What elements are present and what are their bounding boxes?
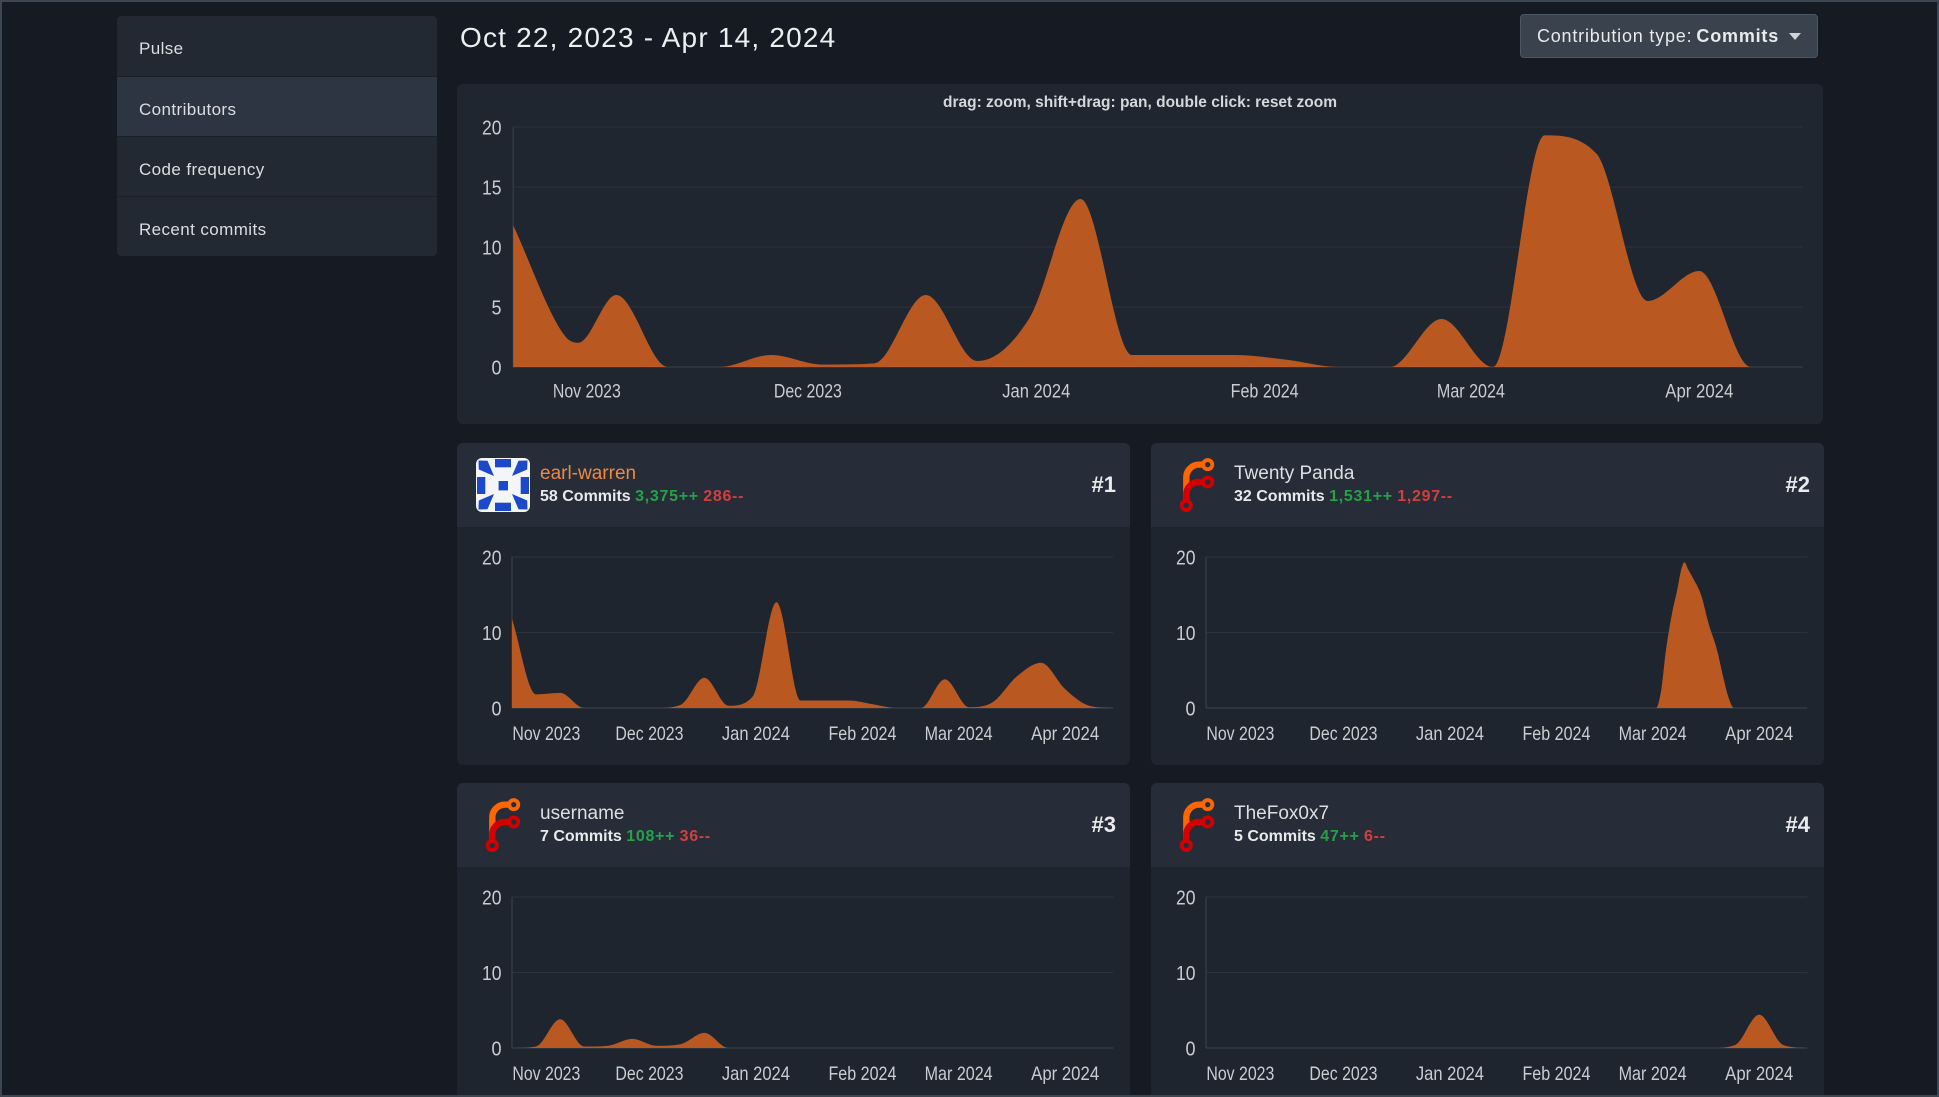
svg-text:Nov 2023: Nov 2023 — [1206, 1063, 1274, 1085]
svg-text:Apr 2024: Apr 2024 — [1665, 381, 1733, 403]
svg-text:20: 20 — [1176, 547, 1196, 569]
svg-text:Apr 2024: Apr 2024 — [1031, 723, 1099, 745]
svg-text:0: 0 — [1186, 1038, 1196, 1060]
svg-text:Dec 2023: Dec 2023 — [1309, 723, 1377, 745]
svg-text:5: 5 — [492, 297, 502, 319]
svg-text:Jan 2024: Jan 2024 — [1416, 723, 1484, 745]
svg-text:Mar 2024: Mar 2024 — [1619, 1063, 1687, 1085]
svg-text:Apr 2024: Apr 2024 — [1031, 1063, 1099, 1085]
svg-text:0: 0 — [492, 357, 502, 379]
svg-text:Dec 2023: Dec 2023 — [1309, 1063, 1377, 1085]
svg-text:Apr 2024: Apr 2024 — [1725, 1063, 1793, 1085]
svg-text:Dec 2023: Dec 2023 — [774, 381, 842, 403]
svg-text:Jan 2024: Jan 2024 — [722, 723, 790, 745]
svg-text:20: 20 — [482, 117, 502, 139]
svg-text:Nov 2023: Nov 2023 — [512, 723, 580, 745]
svg-text:Mar 2024: Mar 2024 — [925, 1063, 993, 1085]
svg-text:Jan 2024: Jan 2024 — [1002, 381, 1070, 403]
svg-text:10: 10 — [482, 237, 502, 259]
svg-text:Dec 2023: Dec 2023 — [615, 1063, 683, 1085]
svg-text:Mar 2024: Mar 2024 — [925, 723, 993, 745]
svg-text:Jan 2024: Jan 2024 — [1416, 1063, 1484, 1085]
svg-text:Apr 2024: Apr 2024 — [1725, 723, 1793, 745]
svg-text:Feb 2024: Feb 2024 — [1522, 1063, 1590, 1085]
svg-text:Mar 2024: Mar 2024 — [1437, 381, 1505, 403]
svg-text:20: 20 — [482, 887, 502, 909]
svg-text:20: 20 — [482, 547, 502, 569]
svg-text:Feb 2024: Feb 2024 — [1231, 381, 1299, 403]
svg-text:20: 20 — [1176, 887, 1196, 909]
svg-text:10: 10 — [1176, 963, 1196, 985]
svg-text:0: 0 — [492, 698, 502, 720]
svg-text:10: 10 — [1176, 623, 1196, 645]
svg-text:Feb 2024: Feb 2024 — [1522, 723, 1590, 745]
svg-text:0: 0 — [492, 1038, 502, 1060]
svg-text:Nov 2023: Nov 2023 — [512, 1063, 580, 1085]
svg-text:Jan 2024: Jan 2024 — [722, 1063, 790, 1085]
svg-text:0: 0 — [1186, 698, 1196, 720]
svg-text:Feb 2024: Feb 2024 — [828, 723, 896, 745]
svg-text:Dec 2023: Dec 2023 — [615, 723, 683, 745]
svg-text:15: 15 — [482, 177, 502, 199]
svg-text:10: 10 — [482, 963, 502, 985]
svg-text:Nov 2023: Nov 2023 — [1206, 723, 1274, 745]
svg-text:Mar 2024: Mar 2024 — [1619, 723, 1687, 745]
svg-text:10: 10 — [482, 623, 502, 645]
svg-text:Nov 2023: Nov 2023 — [553, 381, 621, 403]
svg-text:Feb 2024: Feb 2024 — [828, 1063, 896, 1085]
